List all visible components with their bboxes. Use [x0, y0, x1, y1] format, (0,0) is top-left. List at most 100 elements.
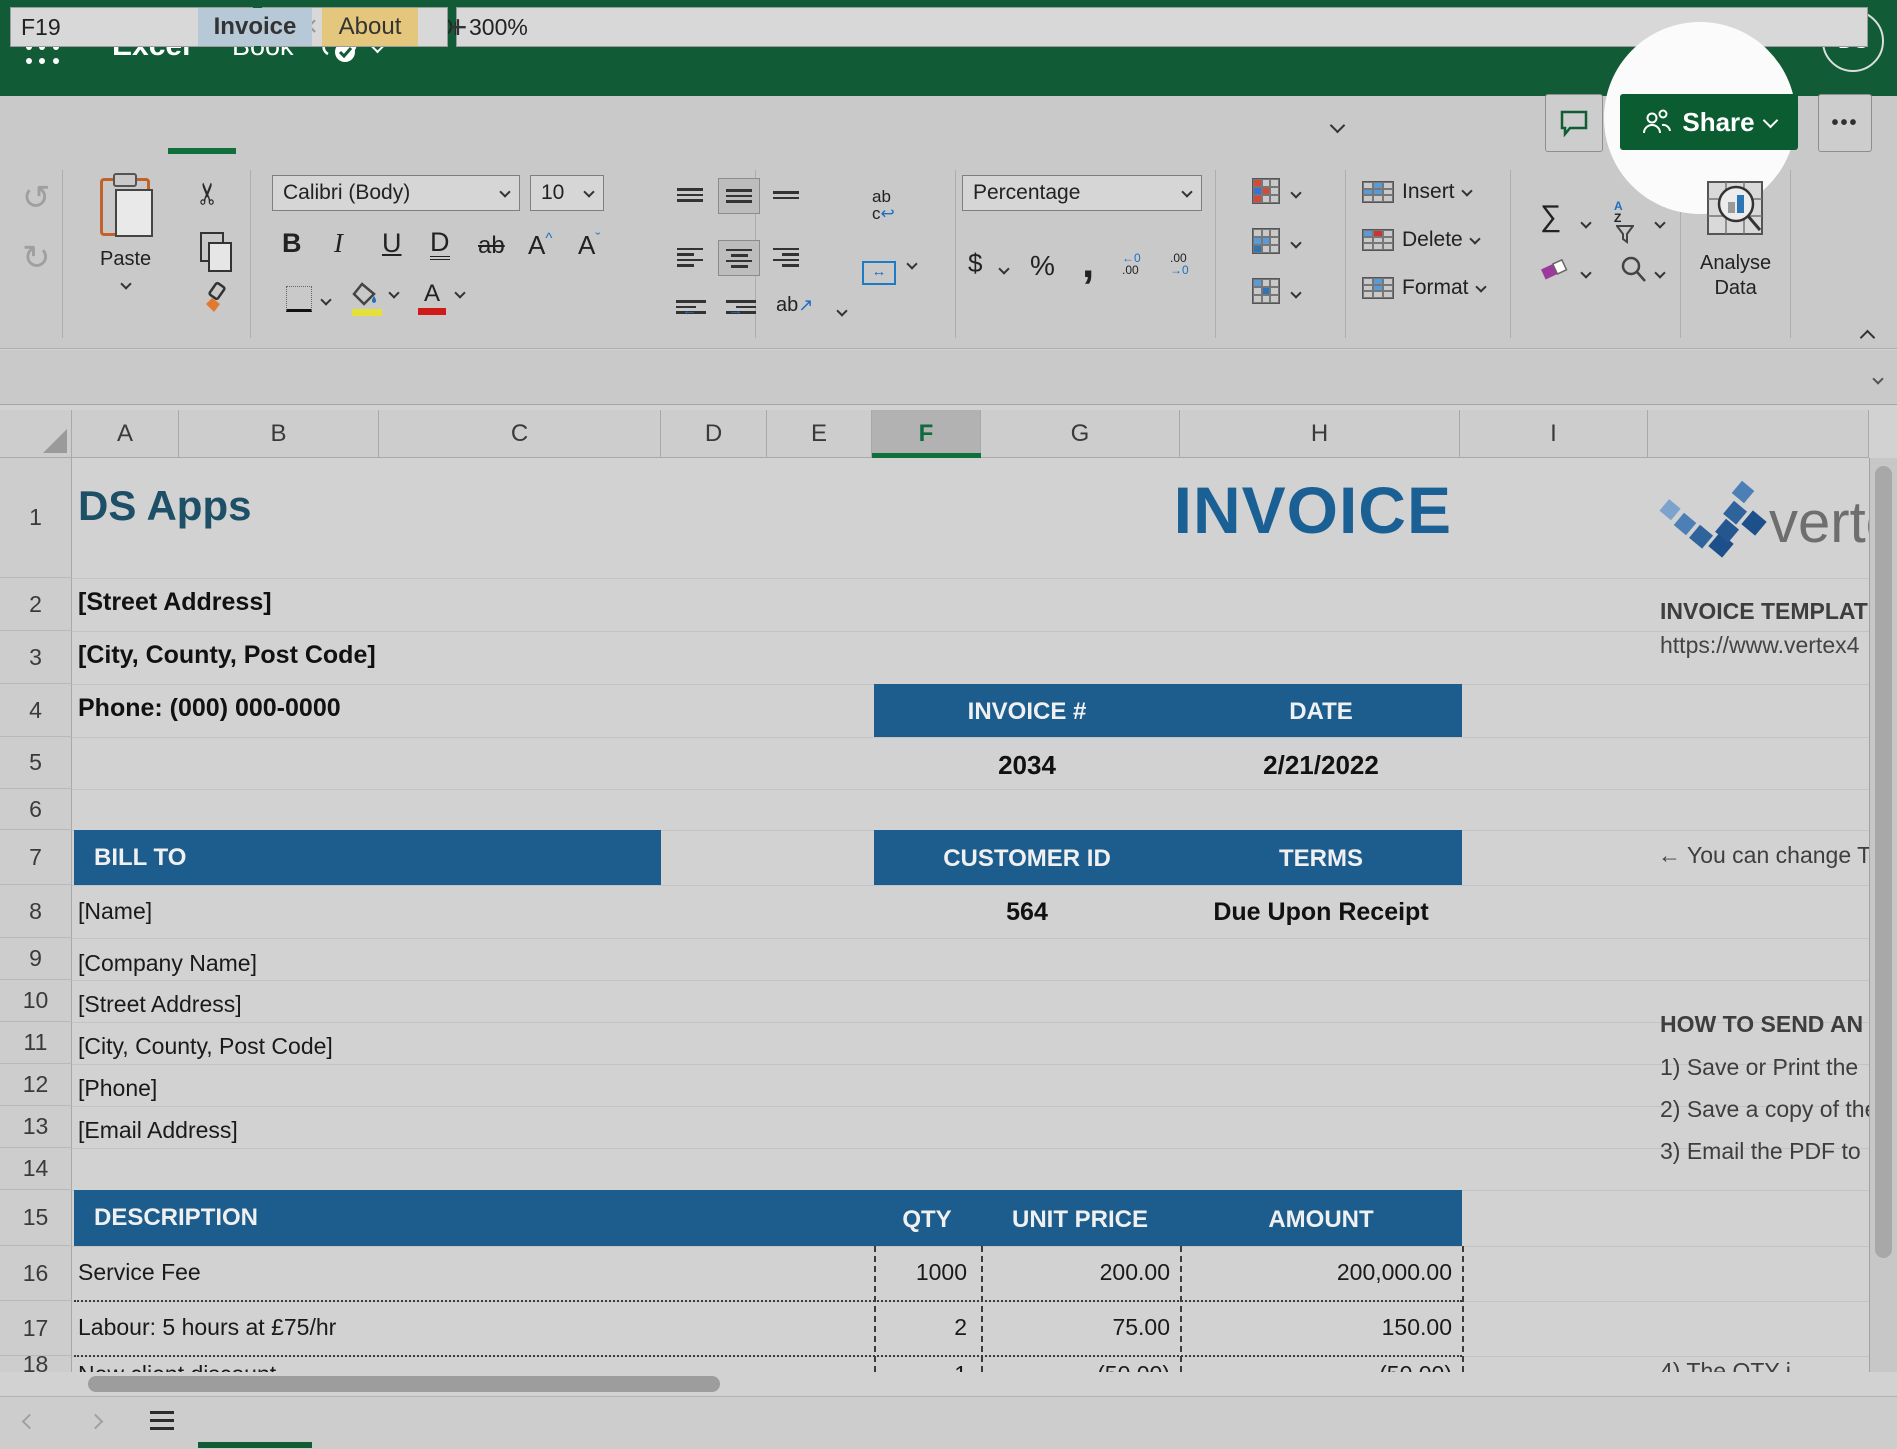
accounting-format-button[interactable]: $: [968, 248, 982, 279]
find-select-chevron-icon[interactable]: [1656, 264, 1664, 282]
autosum-chevron-icon[interactable]: [1582, 214, 1590, 232]
find-select-button[interactable]: [1618, 254, 1648, 289]
decrease-indent-button[interactable]: ←: [676, 300, 706, 314]
decrease-decimal-button[interactable]: .00→0: [1170, 252, 1189, 276]
row-header-3[interactable]: 3: [0, 631, 72, 684]
font-color-chevron-icon[interactable]: [456, 284, 464, 302]
row-header-2[interactable]: 2: [0, 578, 72, 631]
redo-icon[interactable]: ↺: [22, 238, 51, 278]
brand-url[interactable]: https://www.vertex4: [1660, 632, 1859, 659]
cell-styles-button[interactable]: [1252, 278, 1280, 304]
delete-cells-button[interactable]: Delete: [1362, 228, 1479, 252]
sheet-nav-left-chevron-icon[interactable]: [24, 1414, 35, 1432]
column-header-e[interactable]: E: [767, 410, 872, 458]
column-header-b[interactable]: B: [179, 410, 379, 458]
format-cells-button[interactable]: Format: [1362, 276, 1485, 300]
ribbon-options-button[interactable]: •••: [1818, 94, 1872, 152]
format-as-table-chevron-icon[interactable]: [1292, 234, 1300, 252]
sheet-nav-right-chevron-icon[interactable]: [90, 1414, 101, 1432]
percent-style-button[interactable]: %: [1030, 250, 1055, 282]
row-header-10[interactable]: 10: [0, 980, 72, 1022]
cut-scissors-icon[interactable]: ✂: [191, 181, 226, 206]
vertical-scrollbar-thumb[interactable]: [1875, 466, 1892, 1258]
column-header-c[interactable]: C: [379, 410, 661, 458]
undo-icon[interactable]: ↺: [22, 178, 51, 218]
clear-chevron-icon[interactable]: [1582, 264, 1590, 282]
column-header-g[interactable]: G: [981, 410, 1180, 458]
format-painter-icon[interactable]: [198, 282, 232, 321]
row-header-8[interactable]: 8: [0, 885, 72, 938]
sheet-canvas[interactable]: DS Apps [Street Address] [City, County, …: [72, 458, 1869, 1372]
increase-indent-button[interactable]: →: [726, 300, 756, 314]
merge-center-button[interactable]: ↔: [862, 260, 916, 285]
analyse-data-button[interactable]: AnalyseData: [1700, 178, 1771, 301]
column-header-d[interactable]: D: [661, 410, 767, 458]
wrap-text-button[interactable]: ab c↩: [872, 188, 895, 222]
conditional-formatting-chevron-icon[interactable]: [1292, 184, 1300, 202]
text-orientation-button[interactable]: ab↗: [776, 294, 813, 317]
share-button[interactable]: Share: [1620, 94, 1798, 150]
number-format-select[interactable]: Percentage: [962, 175, 1202, 211]
row-header-16[interactable]: 16: [0, 1246, 72, 1301]
underline-button[interactable]: U: [382, 228, 402, 259]
cell-styles-chevron-icon[interactable]: [1292, 284, 1300, 302]
comma-style-button[interactable]: ,: [1082, 238, 1094, 288]
autosum-button[interactable]: ∑: [1540, 200, 1561, 234]
shrink-font-button[interactable]: Aˇ: [578, 230, 600, 261]
bold-button[interactable]: B: [282, 228, 302, 259]
orientation-chevron-icon[interactable]: [838, 302, 846, 320]
row-header-12[interactable]: 12: [0, 1064, 72, 1106]
row-header-5[interactable]: 5: [0, 737, 72, 789]
row-header-14[interactable]: 14: [0, 1148, 72, 1190]
accounting-chevron-icon[interactable]: [1000, 260, 1008, 278]
row-header-6[interactable]: 6: [0, 789, 72, 830]
italic-button[interactable]: I: [334, 228, 343, 259]
strikethrough-button[interactable]: ab: [478, 232, 505, 260]
paste-button[interactable]: Paste: [100, 178, 151, 293]
row-header-4[interactable]: 4: [0, 684, 72, 737]
row-header-15[interactable]: 15: [0, 1190, 72, 1246]
select-all-corner[interactable]: [0, 410, 72, 458]
horizontal-scrollbar-thumb[interactable]: [88, 1376, 720, 1392]
row-header-1[interactable]: 1: [0, 458, 72, 578]
row-header-11[interactable]: 11: [0, 1022, 72, 1064]
collapse-ribbon-chevron-icon[interactable]: [1862, 330, 1873, 348]
row-header-17[interactable]: 17: [0, 1301, 72, 1356]
sort-filter-chevron-icon[interactable]: [1656, 214, 1664, 232]
align-center-button[interactable]: [718, 240, 760, 276]
sheet-tab-about[interactable]: About: [322, 8, 418, 46]
add-sheet-button[interactable]: +: [438, 8, 478, 46]
align-left-button[interactable]: [670, 240, 710, 274]
double-underline-button[interactable]: D: [430, 228, 450, 260]
sheet-tab-invoice[interactable]: Invoice: [198, 8, 312, 46]
column-header-a[interactable]: A: [72, 410, 179, 458]
clear-button[interactable]: [1538, 256, 1570, 287]
sort-filter-button[interactable]: AZ: [1614, 200, 1634, 253]
column-header-f-selected[interactable]: F: [872, 410, 981, 458]
insert-cells-button[interactable]: Insert: [1362, 180, 1471, 204]
align-bottom-button[interactable]: [766, 178, 806, 212]
column-header-i[interactable]: I: [1460, 410, 1648, 458]
fill-color-button[interactable]: [352, 282, 382, 316]
align-top-button[interactable]: [670, 178, 710, 212]
format-as-table-button[interactable]: [1252, 228, 1280, 254]
fill-color-chevron-icon[interactable]: [390, 284, 398, 302]
borders-button[interactable]: [286, 286, 330, 317]
copy-icon[interactable]: [200, 232, 232, 272]
row-header-9[interactable]: 9: [0, 938, 72, 980]
font-size-select[interactable]: 10: [530, 175, 604, 211]
font-name-select[interactable]: Calibri (Body): [272, 175, 520, 211]
increase-decimal-button[interactable]: ←0.00: [1122, 252, 1141, 276]
row-header-18[interactable]: 18: [0, 1356, 72, 1372]
column-header-h[interactable]: H: [1180, 410, 1460, 458]
comments-button[interactable]: [1545, 94, 1603, 152]
expand-formula-bar-chevron-icon[interactable]: [1874, 370, 1882, 388]
align-middle-button[interactable]: [718, 178, 760, 214]
row-header-13[interactable]: 13: [0, 1106, 72, 1148]
sheet-list-menu-icon[interactable]: [150, 1411, 174, 1430]
font-color-button[interactable]: A: [418, 280, 446, 315]
conditional-formatting-button[interactable]: [1252, 178, 1280, 204]
align-right-button[interactable]: [766, 240, 806, 274]
grow-font-button[interactable]: A^: [528, 230, 552, 261]
row-header-7[interactable]: 7: [0, 830, 72, 885]
